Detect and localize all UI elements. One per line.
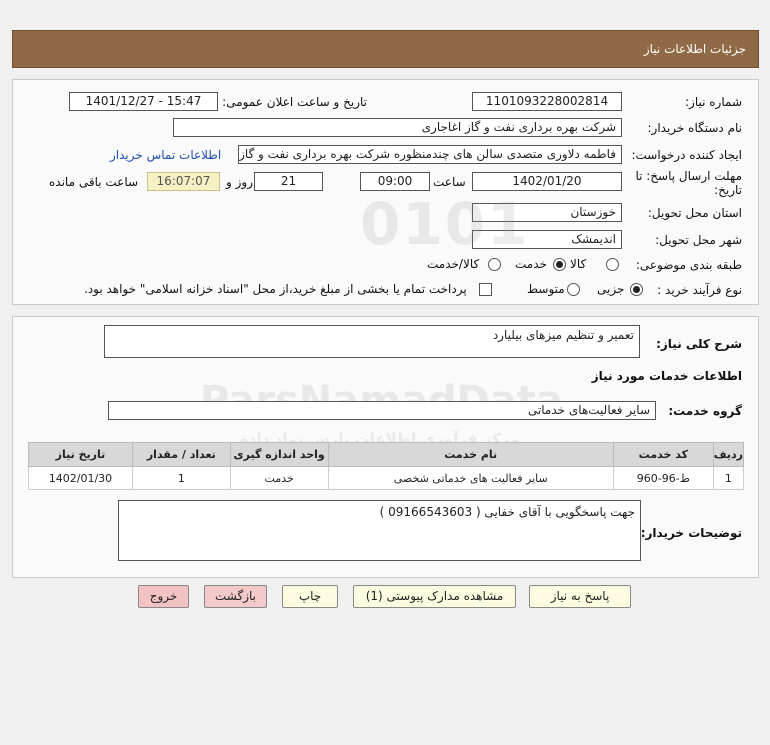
process-medium-label: متوسط [527,282,565,296]
remaining-time-field: 16:07:07 [147,172,220,191]
col-quantity: تعداد / مقدار [131,442,231,467]
page-header: جزئیات اطلاعات نیاز [12,30,759,68]
buyer-notes-label: توضیحات خریدار: [640,526,742,540]
cell-row: 1 [712,466,745,490]
summary-label: شرح کلی نیاز: [656,337,742,351]
table-row: 1 ط-96-960 سایر فعالیت های خدماتی شخصی خ… [28,466,745,490]
service-group-field: سایر فعالیت‌های خدماتی [108,401,656,420]
process-label: نوع فرآیند خرید : [657,283,742,297]
col-unit: واحد اندازه گیری [229,442,329,467]
need-number-label: شماره نیاز: [685,95,742,109]
category-goods-radio[interactable] [606,258,619,271]
need-number-field: 1101093228002814 [472,92,622,111]
back-button[interactable]: بازگشت [204,585,267,608]
days-label: روز و [226,175,253,189]
deadline-time-label: ساعت [433,175,466,189]
col-row: ردیف [712,442,745,467]
treasury-payment-note: پرداخت تمام یا بخشی از مبلغ خرید،از محل … [84,282,467,296]
process-minor-radio[interactable] [630,283,643,296]
category-goods-service-label: کالا/خدمت [427,257,480,271]
province-label: استان محل تحویل: [647,206,742,220]
creator-label: ایجاد کننده درخواست: [631,148,742,162]
deadline-label: مهلت ارسال پاسخ: تا [635,169,742,183]
cell-service-code: ط-96-960 [612,466,714,490]
attachments-button[interactable]: مشاهده مدارک پیوستی (1) [353,585,516,608]
province-field: خوزستان [472,203,622,222]
deadline-date-field: 1402/01/20 [472,172,622,191]
deadline-time-field: 09:00 [360,172,430,191]
col-service-name: نام خدمت [327,442,614,467]
col-service-code: کد خدمت [612,442,714,467]
table-header-row: ردیف کد خدمت نام خدمت واحد اندازه گیری ت… [28,442,745,467]
category-service-radio[interactable] [553,258,566,271]
services-heading: اطلاعات خدمات مورد نیاز [591,369,742,383]
exit-button[interactable]: خروج [138,585,189,608]
summary-field: تعمیر و تنظیم میزهای بیلیارد [104,325,640,358]
category-goods-service-radio[interactable] [488,258,501,271]
buyer-org-field: شرکت بهره برداری نفت و گاز اغاجاری [173,118,622,137]
buyer-notes-field: جهت پاسخگویی با آقای خفایی ( 09166543603… [118,500,641,561]
col-need-date: تاریخ نیاز [28,442,133,467]
deadline-label-date: تاریخ: [714,183,742,197]
remaining-label: ساعت باقی مانده [49,175,139,189]
city-label: شهر محل تحویل: [655,233,742,247]
reply-button[interactable]: پاسخ به نیاز [529,585,631,608]
buyer-contact-link[interactable]: اطلاعات تماس خریدار [110,148,221,162]
cell-quantity: 1 [131,466,231,490]
service-group-label: گروه خدمت: [668,404,742,418]
announce-label: تاریخ و ساعت اعلان عمومی: [222,95,367,109]
creator-field: فاطمه دلاوری متصدی سالن های چندمنظوره شر… [238,145,622,164]
treasury-payment-checkbox[interactable] [479,283,492,296]
city-field: اندیمشک [472,230,622,249]
buyer-org-label: نام دستگاه خریدار: [647,121,743,135]
days-field: 21 [254,172,323,191]
services-table: ردیف کد خدمت نام خدمت واحد اندازه گیری ت… [28,442,745,490]
cell-service-name: سایر فعالیت های خدماتی شخصی [327,466,614,490]
category-goods-label: کالا [570,257,587,271]
category-service-label: خدمت [515,257,547,271]
announce-field: 1401/12/27 - 15:47 [69,92,218,111]
print-button[interactable]: چاپ [282,585,338,608]
cell-unit: خدمت [229,466,329,490]
category-label: طبقه بندی موضوعی: [635,258,742,272]
process-medium-radio[interactable] [567,283,580,296]
process-minor-label: جزیی [597,282,625,296]
page-title: جزئیات اطلاعات نیاز [643,42,746,56]
cell-need-date: 1402/01/30 [28,466,133,490]
